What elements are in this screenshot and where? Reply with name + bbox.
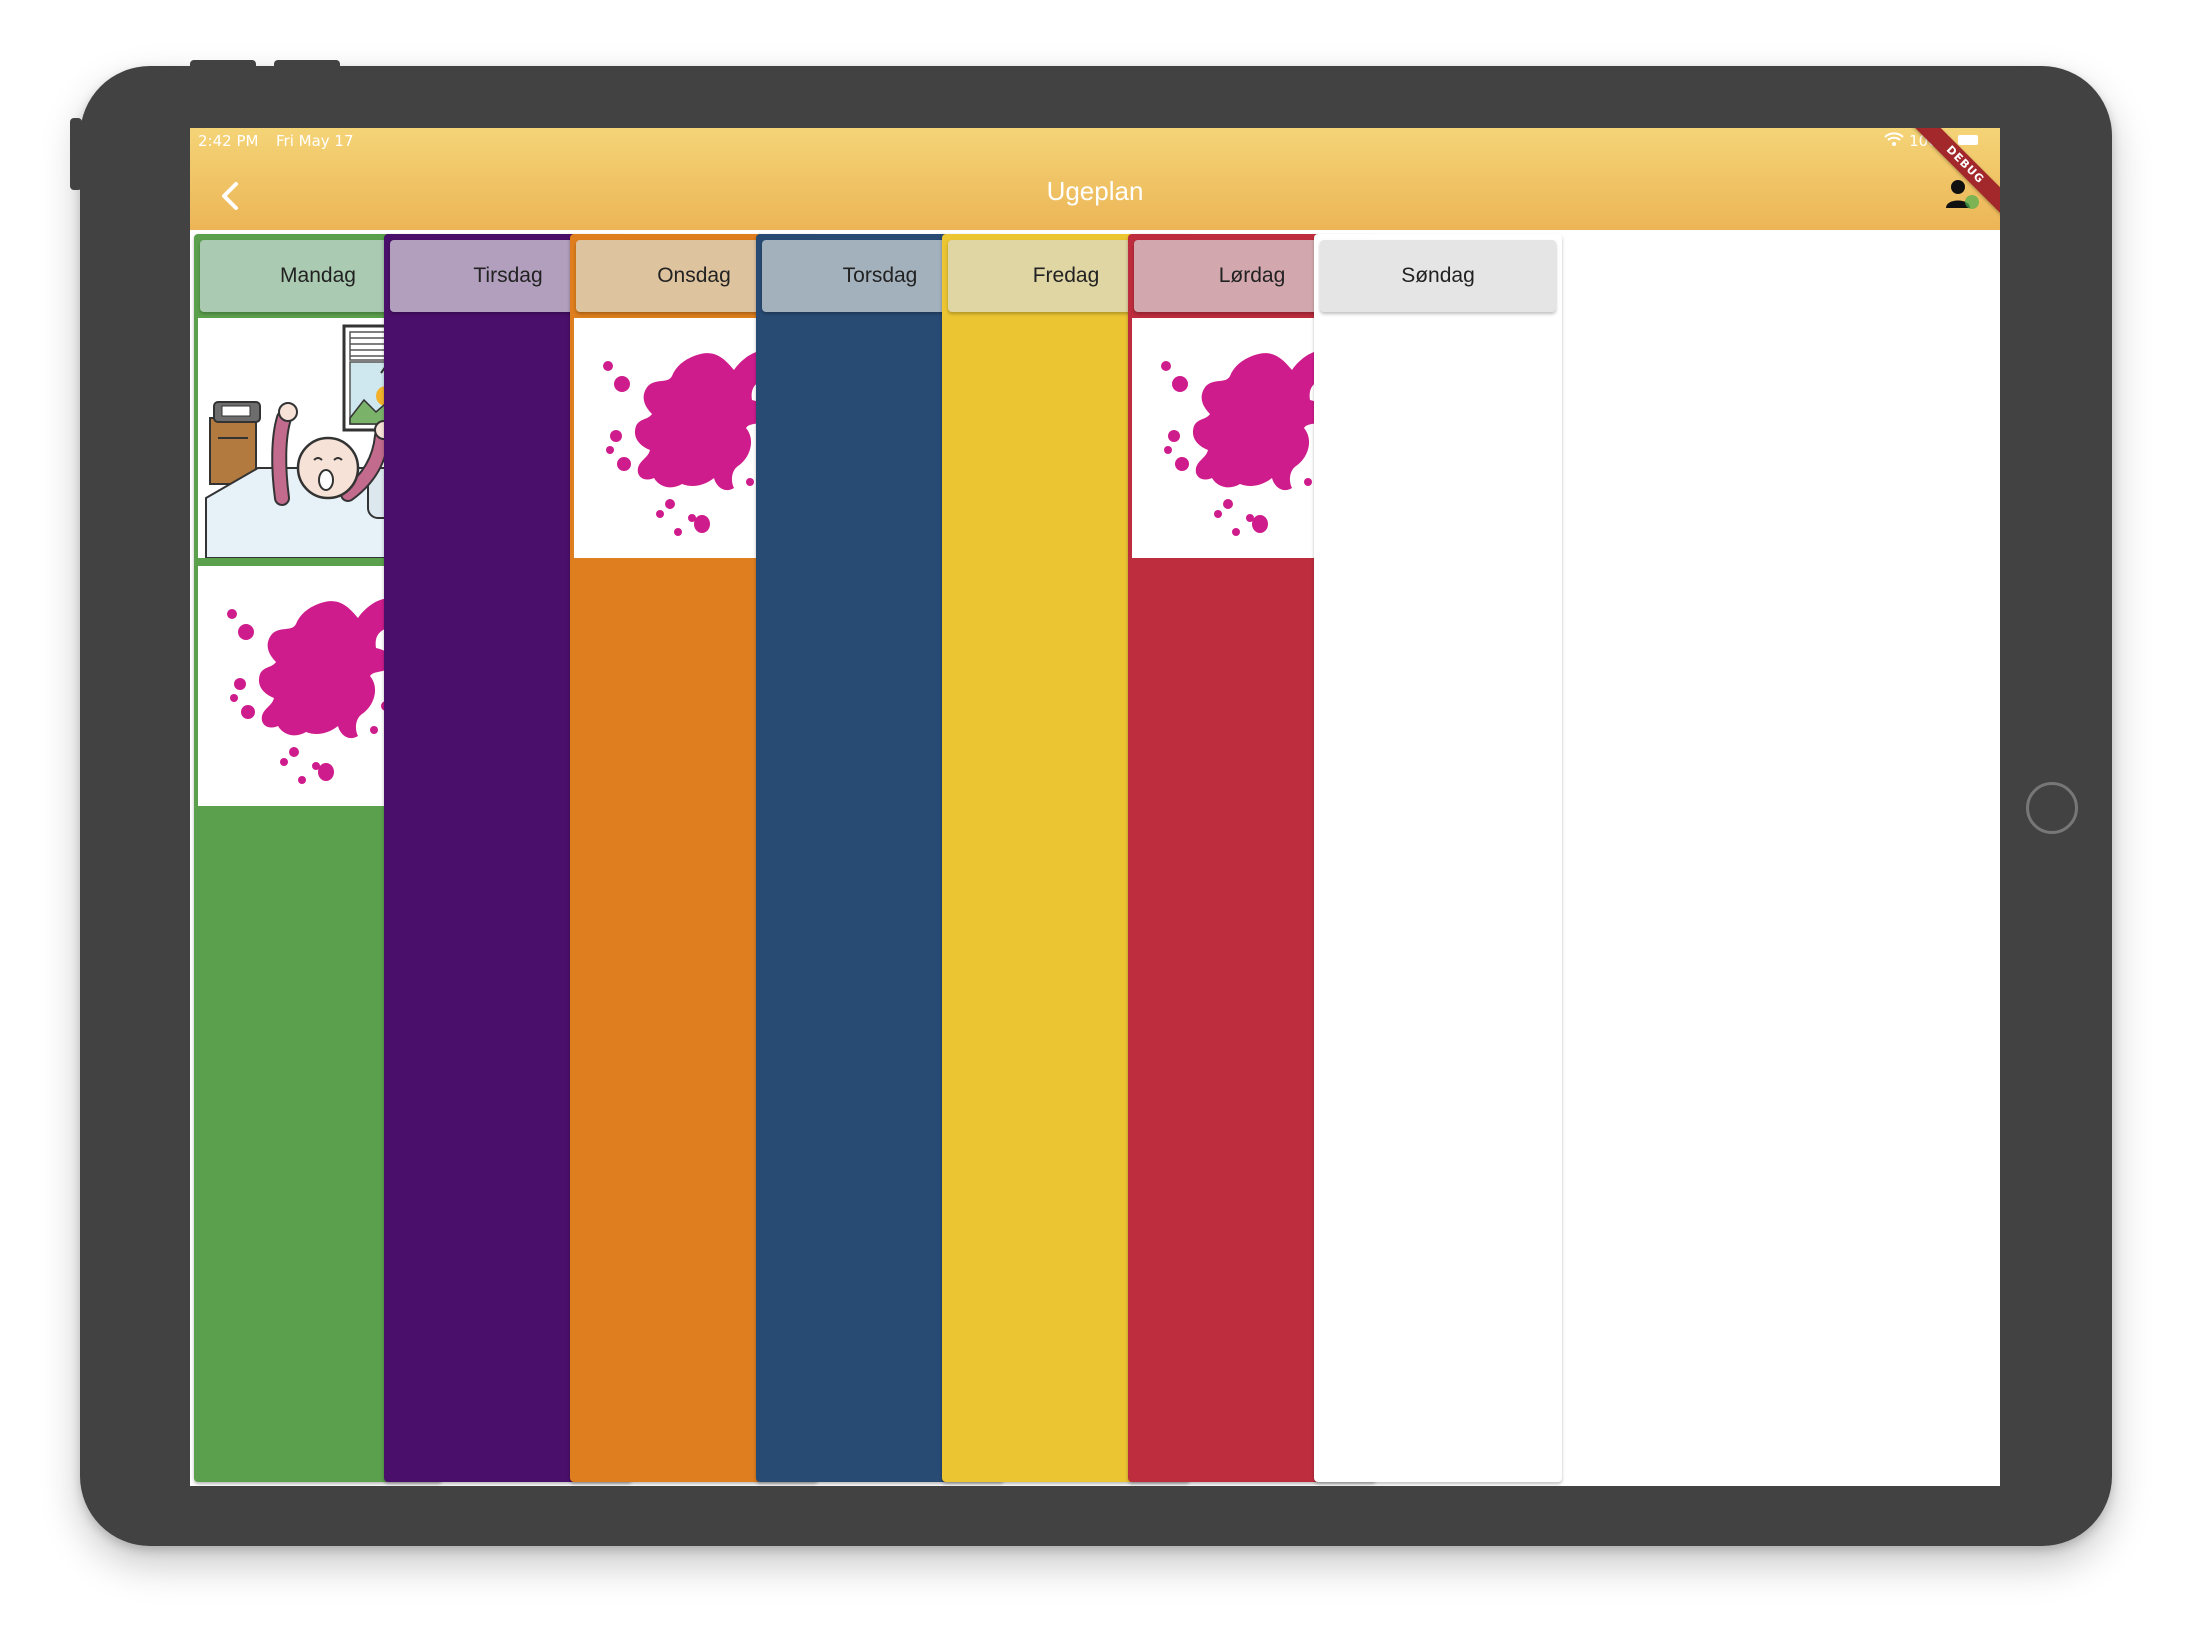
person-icon: [1946, 180, 1979, 209]
profile-button[interactable]: [1938, 172, 1986, 220]
screen: 2:42 PM Fri May 17 100% DEBUG Ugeplan Ma…: [190, 128, 2000, 1486]
week-plan: Mandag Tirsdag Onsdag Torsdag Fredag Lørdag Sø…: [190, 234, 2000, 1486]
status-date: Fri May 17: [276, 132, 354, 150]
app-bar: 2:42 PM Fri May 17 100% DEBUG Ugeplan: [190, 128, 2000, 230]
page-title: Ugeplan: [1046, 176, 1144, 206]
side-switch: [70, 118, 82, 190]
status-time: 2:42 PM: [198, 132, 259, 150]
day-header[interactable]: Søndag: [1320, 240, 1556, 312]
wifi-icon: [1884, 131, 1904, 151]
day-column-6[interactable]: Søndag: [1314, 234, 1562, 1482]
status-bar: 2:42 PM Fri May 17 100%: [190, 128, 2000, 154]
battery-icon: [1958, 135, 1978, 145]
power-button: [274, 60, 340, 72]
home-button[interactable]: [2026, 782, 2078, 834]
volume-button: [190, 60, 256, 72]
